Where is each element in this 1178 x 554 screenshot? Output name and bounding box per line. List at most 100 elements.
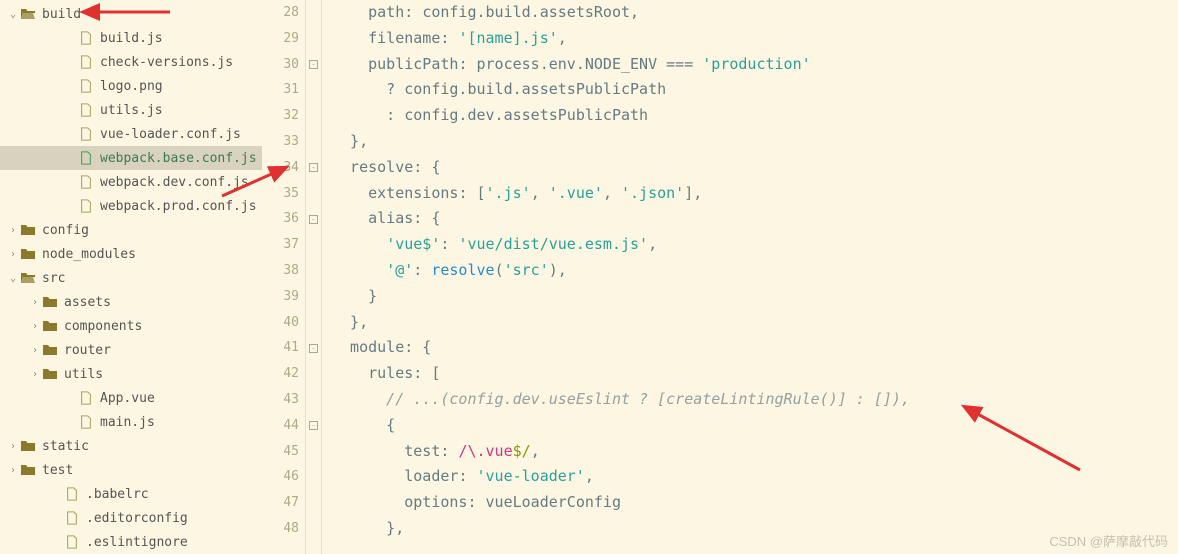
file-icon (78, 102, 94, 118)
chevron-icon[interactable]: › (28, 321, 42, 332)
fold-cell[interactable]: - (306, 206, 321, 232)
fold-cell[interactable] (306, 464, 321, 490)
code-line[interactable]: alias: { (332, 206, 1178, 232)
code-content[interactable]: path: config.build.assetsRoot, filename:… (322, 0, 1178, 554)
code-line[interactable]: 'vue$': 'vue/dist/vue.esm.js', (332, 232, 1178, 258)
code-line[interactable]: path: config.build.assetsRoot, (332, 0, 1178, 26)
fold-cell[interactable] (306, 181, 321, 207)
fold-cell[interactable] (306, 284, 321, 310)
token: config.build.assetsRoot (422, 3, 630, 21)
fold-gutter[interactable]: - - - - - (306, 0, 322, 554)
code-line[interactable]: : config.dev.assetsPublicPath (332, 103, 1178, 129)
tree-item-label: assets (64, 295, 111, 310)
code-line[interactable]: resolve: { (332, 155, 1178, 181)
fold-toggle-icon[interactable]: - (309, 163, 318, 172)
token: resolve (332, 158, 413, 176)
tree-file-.eslintignore[interactable]: .eslintignore (0, 530, 262, 554)
line-number: 28 (262, 0, 299, 26)
tree-file-build.js[interactable]: build.js (0, 26, 262, 50)
tree-file-webpack.dev.conf.js[interactable]: webpack.dev.conf.js (0, 170, 262, 194)
tree-file-webpack.prod.conf.js[interactable]: webpack.prod.conf.js (0, 194, 262, 218)
file-explorer[interactable]: ⌄buildbuild.jscheck-versions.js logo.png u… (0, 0, 262, 554)
tree-file-vue-loader.conf.js[interactable]: vue-loader.conf.js (0, 122, 262, 146)
fold-toggle-icon[interactable]: - (309, 421, 318, 430)
token: 'vue$' (386, 235, 440, 253)
tree-file-App.vue[interactable]: App.vue (0, 386, 262, 410)
fold-cell[interactable] (306, 26, 321, 52)
token: path (332, 3, 404, 21)
chevron-icon[interactable]: › (6, 225, 20, 236)
chevron-icon[interactable]: ⌄ (6, 273, 20, 284)
fold-cell[interactable]: - (306, 155, 321, 181)
line-number: 39 (262, 284, 299, 310)
fold-cell[interactable] (306, 516, 321, 542)
fold-cell[interactable] (306, 232, 321, 258)
fold-toggle-icon[interactable]: - (309, 215, 318, 224)
code-line[interactable]: module: { (332, 335, 1178, 361)
fold-cell[interactable] (306, 258, 321, 284)
fold-cell[interactable]: - (306, 52, 321, 78)
chevron-icon[interactable]: › (28, 345, 42, 356)
token: '@' (386, 261, 413, 279)
file-icon (64, 510, 80, 526)
chevron-icon[interactable]: › (6, 465, 20, 476)
tree-folder-src[interactable]: ⌄src (0, 266, 262, 290)
tree-folder-config[interactable]: ›config (0, 218, 262, 242)
code-line[interactable]: '@': resolve('src'), (332, 258, 1178, 284)
code-line[interactable]: rules: [ (332, 361, 1178, 387)
fold-cell[interactable] (306, 387, 321, 413)
code-line[interactable]: } (332, 284, 1178, 310)
fold-cell[interactable] (306, 490, 321, 516)
token: : { (413, 209, 440, 227)
token: '.js' (486, 184, 531, 202)
fold-cell[interactable]: - (306, 335, 321, 361)
code-line[interactable]: publicPath: process.env.NODE_ENV === 'pr… (332, 52, 1178, 78)
tree-folder-node_modules[interactable]: ›node_modules (0, 242, 262, 266)
fold-toggle-icon[interactable]: - (309, 344, 318, 353)
tree-file-webpack.base.conf.js[interactable]: webpack.base.conf.js (0, 146, 262, 170)
tree-folder-static[interactable]: ›static (0, 434, 262, 458)
chevron-icon[interactable]: › (28, 297, 42, 308)
tree-file-utils.js[interactable]: utils.js (0, 98, 262, 122)
tree-folder-test[interactable]: ›test (0, 458, 262, 482)
chevron-icon[interactable]: › (6, 249, 20, 260)
tree-folder-utils[interactable]: ›utils (0, 362, 262, 386)
fold-cell[interactable] (306, 103, 321, 129)
fold-cell[interactable] (306, 77, 321, 103)
tree-file-.babelrc[interactable]: .babelrc (0, 482, 262, 506)
code-line[interactable]: options: vueLoaderConfig (332, 490, 1178, 516)
fold-cell[interactable] (306, 129, 321, 155)
tree-file-.editorconfig[interactable]: .editorconfig (0, 506, 262, 530)
code-line[interactable]: }, (332, 129, 1178, 155)
fold-cell[interactable] (306, 361, 321, 387)
tree-file-logo.png[interactable]: logo.png (0, 74, 262, 98)
code-line[interactable]: { (332, 413, 1178, 439)
code-line[interactable]: }, (332, 310, 1178, 336)
fold-cell[interactable] (306, 310, 321, 336)
tree-folder-build[interactable]: ⌄build (0, 2, 262, 26)
fold-cell[interactable] (306, 439, 321, 465)
code-line[interactable]: ? config.build.assetsPublicPath (332, 77, 1178, 103)
tree-file-main.js[interactable]: main.js (0, 410, 262, 434)
chevron-icon[interactable]: › (28, 369, 42, 380)
fold-toggle-icon[interactable]: - (309, 60, 318, 69)
line-number: 38 (262, 258, 299, 284)
fold-cell[interactable] (306, 0, 321, 26)
tree-folder-router[interactable]: ›router (0, 338, 262, 362)
code-line[interactable]: extensions: ['.js', '.vue', '.json'], (332, 181, 1178, 207)
code-line[interactable]: test: /\.vue$/, (332, 439, 1178, 465)
chevron-icon[interactable]: › (6, 441, 20, 452)
tree-item-label: webpack.prod.conf.js (100, 199, 257, 214)
tree-file-check-versions.js[interactable]: check-versions.js (0, 50, 262, 74)
tree-folder-components[interactable]: ›components (0, 314, 262, 338)
code-line[interactable]: loader: 'vue-loader', (332, 464, 1178, 490)
line-number: 40 (262, 310, 299, 336)
code-editor[interactable]: 2829303132333435363738394041424344454647… (262, 0, 1178, 554)
chevron-icon[interactable]: ⌄ (6, 9, 20, 20)
tree-folder-assets[interactable]: › assets (0, 290, 262, 314)
tree-item-label: vue-loader.conf.js (100, 127, 241, 142)
fold-cell[interactable]: - (306, 413, 321, 439)
code-line[interactable]: // ...(config.dev.useEslint ? [createLin… (332, 387, 1178, 413)
tree-item-label: logo.png (100, 79, 163, 94)
code-line[interactable]: filename: '[name].js', (332, 26, 1178, 52)
